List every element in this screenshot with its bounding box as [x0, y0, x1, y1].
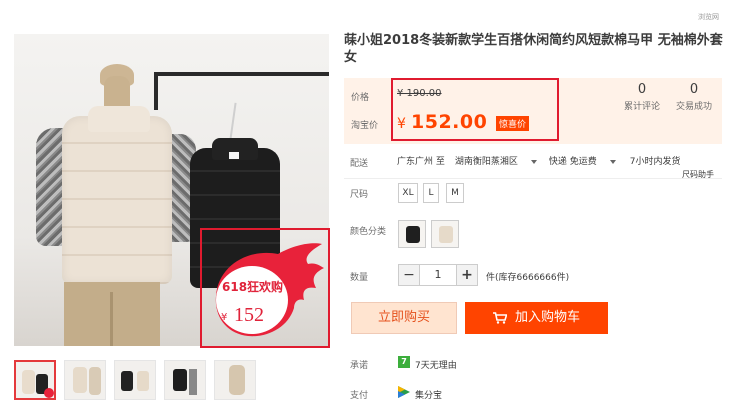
- color-option-beige[interactable]: [431, 220, 459, 248]
- shipping-label: 配送: [350, 159, 369, 169]
- promo-price: 152: [234, 304, 264, 326]
- ship-method[interactable]: 快递 免运费: [549, 157, 616, 167]
- size-label: 尺码: [350, 190, 369, 200]
- shipping-info: 广东广州 至湖南衡阳蒸湘区 快递 免运费 7小时内发货: [397, 154, 691, 167]
- promo-title: 618狂欢购: [222, 280, 284, 294]
- original-price: ¥ 190.00: [397, 88, 442, 99]
- payment-label: 支付: [350, 391, 369, 401]
- surprise-price-badge: 惊喜价: [496, 116, 530, 131]
- promise-label: 承诺: [350, 361, 369, 371]
- ship-to-text: 湖南衡阳蒸湘区: [454, 157, 518, 167]
- size-option-l[interactable]: L: [423, 183, 439, 203]
- promo-currency: ¥: [221, 312, 228, 323]
- thumbnail[interactable]: [64, 360, 106, 400]
- chevron-down-icon: [609, 159, 616, 164]
- clothes-rail-post: [154, 72, 158, 110]
- seven-day-return-icon: 7: [398, 356, 410, 368]
- color-label: 颜色分类: [350, 227, 387, 237]
- taobao-price-label: 淘宝价: [351, 121, 379, 131]
- product-page: 浏览网 618狂欢购 ¥ 152 菋小姐2018冬装新款学生百搭休闲简约风短款棉…: [0, 0, 729, 405]
- ship-time: 7小时内发货: [629, 157, 681, 167]
- beige-vest-collar: [88, 106, 150, 132]
- review-count[interactable]: 0 累计评论: [612, 82, 672, 112]
- add-to-cart-label: 加入购物车: [514, 310, 580, 325]
- add-to-cart-button[interactable]: 加入购物车: [465, 302, 608, 334]
- current-price: 152.00: [411, 111, 488, 133]
- promo-badge: 618狂欢购 ¥ 152: [200, 228, 330, 348]
- label-tag: [229, 152, 239, 159]
- jifenbao-icon: [398, 386, 410, 398]
- sales-count-label: 交易成功: [675, 102, 712, 112]
- color-option-black[interactable]: [398, 220, 426, 248]
- payment-text[interactable]: 集分宝: [415, 388, 442, 401]
- review-count-number: 0: [637, 82, 647, 97]
- price-label: 价格: [351, 93, 370, 103]
- trousers-seam: [110, 292, 113, 346]
- ship-to[interactable]: 湖南衡阳蒸湘区: [455, 157, 537, 167]
- quantity-increase-button[interactable]: +: [456, 264, 478, 286]
- top-note[interactable]: 浏览网: [698, 12, 719, 22]
- ship-method-text: 快递 免运费: [548, 157, 597, 167]
- quantity-input[interactable]: 1: [420, 264, 456, 286]
- thumbnail[interactable]: [214, 360, 256, 400]
- product-title: 菋小姐2018冬装新款学生百搭休闲简约风短款棉马甲 无袖棉外套女: [344, 33, 723, 65]
- sales-count[interactable]: 0 交易成功: [664, 82, 724, 112]
- thumbnail[interactable]: [114, 360, 156, 400]
- cart-icon: [492, 311, 507, 324]
- review-count-label: 累计评论: [623, 102, 660, 112]
- hanger: [229, 102, 255, 142]
- sales-count-number: 0: [689, 82, 699, 97]
- thumbnail[interactable]: [164, 360, 206, 400]
- size-option-m[interactable]: M: [446, 183, 464, 203]
- ship-from: 广东广州 至: [397, 157, 445, 167]
- clothes-rail: [154, 72, 329, 76]
- stock-info: 件(库存6666666件): [486, 273, 570, 283]
- buy-now-button[interactable]: 立即购买: [351, 302, 457, 334]
- divider: [344, 178, 722, 179]
- quantity-decrease-button[interactable]: −: [398, 264, 420, 286]
- quantity-label: 数量: [350, 273, 369, 283]
- beige-vest: [62, 116, 172, 284]
- chevron-down-icon: [530, 159, 537, 164]
- promise-text[interactable]: 7天无理由: [415, 358, 457, 371]
- thumbnail-strip: [14, 360, 256, 400]
- current-price-currency: ¥: [397, 116, 406, 132]
- size-option-xl[interactable]: XL: [398, 183, 418, 203]
- thumbnail[interactable]: [14, 360, 56, 400]
